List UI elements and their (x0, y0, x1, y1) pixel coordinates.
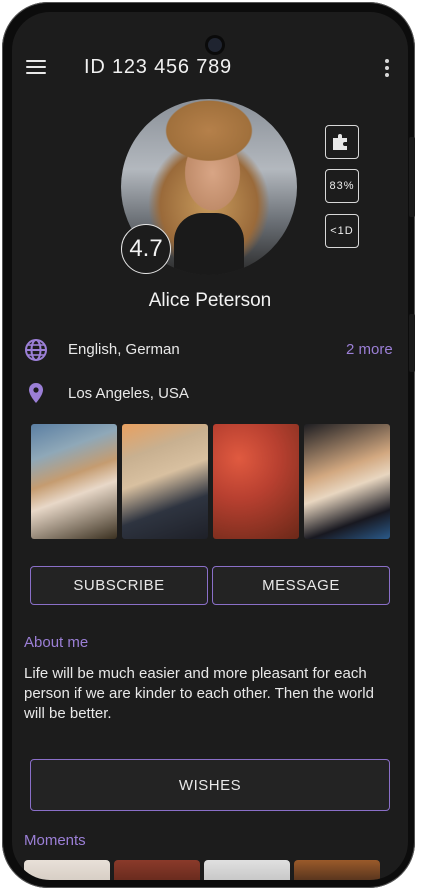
volume-button (409, 137, 415, 217)
app-screen: ID 123 456 789 4.7 83% <1D Alice Peterso… (12, 12, 408, 880)
languages-text: English, German (68, 341, 180, 358)
gallery-photo[interactable] (122, 424, 208, 539)
about-text: Life will be much easier and more pleasa… (24, 665, 374, 722)
moment-thumbnail[interactable] (114, 860, 200, 880)
message-button[interactable]: MESSAGE (212, 566, 390, 605)
phone-frame: ID 123 456 789 4.7 83% <1D Alice Peterso… (2, 2, 415, 888)
menu-icon[interactable] (26, 60, 46, 76)
gallery-photo[interactable] (31, 424, 117, 539)
moment-thumbnail[interactable] (294, 860, 380, 880)
rating-badge: 4.7 (121, 224, 171, 274)
power-button (409, 314, 415, 372)
more-vertical-icon[interactable] (384, 59, 390, 79)
front-camera (208, 38, 222, 52)
languages-more-link[interactable]: 2 more (346, 341, 393, 358)
profile-name: Alice Peterson (148, 290, 272, 311)
location-pin-icon (24, 381, 48, 405)
moment-thumbnail[interactable] (24, 860, 110, 880)
globe-icon (24, 338, 48, 362)
last-seen-badge: <1D (325, 214, 359, 248)
moments-heading: Moments (24, 832, 86, 849)
about-heading: About me (24, 634, 89, 651)
gallery-photo[interactable] (213, 424, 299, 539)
moment-thumbnail[interactable] (204, 860, 290, 880)
puzzle-icon (333, 134, 347, 150)
gallery-photo[interactable] (304, 424, 390, 539)
wishes-button[interactable]: WISHES (30, 759, 390, 811)
location-text: Los Angeles, USA (68, 385, 189, 402)
match-percent-badge: 83% (325, 169, 359, 203)
profile-id-title: ID 123 456 789 (84, 56, 232, 78)
subscribe-button[interactable]: SUBSCRIBE (30, 566, 208, 605)
puzzle-badge[interactable] (325, 125, 359, 159)
